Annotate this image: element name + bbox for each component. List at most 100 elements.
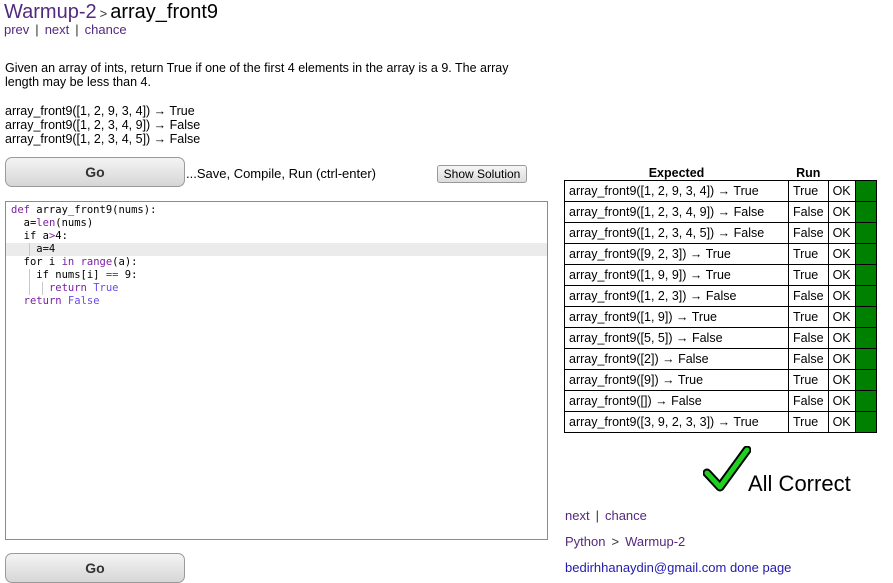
status-header xyxy=(828,166,855,181)
run-cell: True xyxy=(788,264,829,286)
save-compile-run-hint: ...Save, Compile, Run (ctrl-enter) xyxy=(186,166,377,181)
pass-indicator xyxy=(854,201,877,223)
result-row: array_front9([1, 9]) → True True OK xyxy=(564,306,877,328)
nav-divider: | xyxy=(35,22,39,37)
status-cell: OK xyxy=(827,222,856,244)
problem-description: Given an array of ints, return True if o… xyxy=(5,61,509,89)
example-line: array_front9([1, 2, 9, 3, 4]) → True xyxy=(5,104,195,118)
code-line: if nums[i] == 9: xyxy=(6,269,547,282)
pass-indicator xyxy=(854,264,877,286)
run-cell: True xyxy=(788,180,829,202)
code-token: if a xyxy=(11,230,49,242)
code-line: a=len(nums) xyxy=(6,217,547,230)
expected-cell: array_front9([5, 5]) → False xyxy=(564,327,789,349)
done-page-link[interactable]: bedirhhanaydin@gmail.com done page xyxy=(565,560,791,576)
expected-cell: array_front9([1, 2, 9, 3, 4]) → True xyxy=(564,180,789,202)
code-token: 9: xyxy=(118,269,138,281)
code-token: False xyxy=(67,295,100,307)
pass-indicator xyxy=(854,348,877,370)
status-cell: OK xyxy=(827,348,856,370)
expected-cell: array_front9([1, 2, 3]) → False xyxy=(564,285,789,307)
run-cell: True xyxy=(788,243,829,265)
code-editor[interactable]: def array_front9(nums): a=len(nums) if a… xyxy=(5,201,548,540)
status-cell: OK xyxy=(827,411,856,433)
result-row: array_front9([3, 9, 2, 3, 3]) → True True… xyxy=(564,411,877,433)
result-row: array_front9([5, 5]) → False False OK xyxy=(564,327,877,349)
prev-link[interactable]: prev xyxy=(4,22,29,37)
run-header: Run xyxy=(796,166,821,180)
pass-indicator xyxy=(854,243,877,265)
code-token: == xyxy=(105,269,119,281)
pass-indicator xyxy=(854,222,877,244)
expected-cell: array_front9([3, 9, 2, 3, 3]) → True xyxy=(564,411,789,433)
bottom-breadcrumb: Python > Warmup-2 xyxy=(565,534,685,550)
code-line: if a>4: xyxy=(6,230,547,243)
code-token: 4: xyxy=(55,230,68,242)
examples: array_front9([1, 2, 9, 3, 4]) → True arr… xyxy=(5,104,200,146)
result-row: array_front9([1, 2, 3]) → False False OK xyxy=(564,285,877,307)
code-token: if nums[i] xyxy=(11,269,106,281)
status-cell: OK xyxy=(827,180,856,202)
show-solution-button[interactable]: Show Solution xyxy=(437,165,527,183)
pass-indicator xyxy=(854,285,877,307)
chance-link[interactable]: chance xyxy=(85,22,127,37)
code-token: a= xyxy=(11,217,37,229)
go-button-bottom[interactable]: Go xyxy=(5,553,185,583)
run-cell: False xyxy=(788,201,829,223)
code-line-active: a=4 xyxy=(6,243,547,256)
pass-indicator xyxy=(854,369,877,391)
results-table: Expected Run array_front9([1, 2, 9, 3, 4… xyxy=(564,166,877,433)
pass-indicator xyxy=(854,411,877,433)
next-link[interactable]: next xyxy=(45,22,70,37)
run-cell: True xyxy=(788,369,829,391)
code-token: def xyxy=(11,204,30,216)
pass-indicator xyxy=(854,390,877,412)
code-token: (a): xyxy=(112,256,138,268)
code-token: True xyxy=(93,282,119,294)
expected-header: Expected xyxy=(648,166,705,180)
result-row: array_front9([1, 2, 9, 3, 4]) → True True… xyxy=(564,180,877,202)
pass-indicator xyxy=(854,306,877,328)
code-token: return xyxy=(48,282,94,294)
chance-link-bottom[interactable]: chance xyxy=(605,508,647,523)
results-body: array_front9([1, 2, 9, 3, 4]) → True True… xyxy=(564,180,877,433)
bottom-nav: next | chance xyxy=(565,508,647,524)
code-line: for i in range(a): xyxy=(6,256,547,269)
problem-nav: prev | next | chance xyxy=(4,22,127,38)
section-link[interactable]: Warmup-2 xyxy=(4,1,97,23)
results-header-row: Expected Run xyxy=(565,166,877,181)
code-token: a=4 xyxy=(11,243,56,255)
code-token: for i xyxy=(11,256,62,268)
status-cell: OK xyxy=(827,327,856,349)
code-token: range xyxy=(80,256,113,268)
run-cell: False xyxy=(788,222,829,244)
result-row: array_front9([2]) → False False OK xyxy=(564,348,877,370)
code-line: return True xyxy=(6,282,547,295)
pass-header xyxy=(855,166,876,181)
section-link-bottom[interactable]: Warmup-2 xyxy=(625,534,685,549)
pass-indicator xyxy=(854,180,877,202)
indent-guide xyxy=(42,282,43,295)
indent-guide xyxy=(29,269,30,282)
run-cell: False xyxy=(788,390,829,412)
all-correct-label: All Correct xyxy=(748,471,851,496)
code-token: len xyxy=(36,217,56,229)
example-line: array_front9([1, 2, 3, 4, 5]) → False xyxy=(5,132,201,146)
result-row: array_front9([1, 2, 3, 4, 5]) → False Fal… xyxy=(564,222,877,244)
status-cell: OK xyxy=(827,390,856,412)
next-link-bottom[interactable]: next xyxy=(565,508,590,523)
expected-cell: array_front9([1, 9, 9]) → True xyxy=(564,264,789,286)
expected-cell: array_front9([2]) → False xyxy=(564,348,789,370)
expected-cell: array_front9([9]) → True xyxy=(564,369,789,391)
result-row: array_front9([1, 9, 9]) → True True OK xyxy=(564,264,877,286)
example-line: array_front9([1, 2, 3, 4, 9]) → False xyxy=(5,118,201,132)
code-line: return False xyxy=(6,295,547,308)
status-cell: OK xyxy=(827,243,856,265)
result-row: array_front9([9]) → True True OK xyxy=(564,369,877,391)
expected-cell: array_front9([1, 2, 3, 4, 5]) → False xyxy=(564,222,789,244)
go-button[interactable]: Go xyxy=(5,157,185,187)
pass-indicator xyxy=(854,327,877,349)
python-link[interactable]: Python xyxy=(565,534,605,549)
status-cell: OK xyxy=(827,201,856,223)
